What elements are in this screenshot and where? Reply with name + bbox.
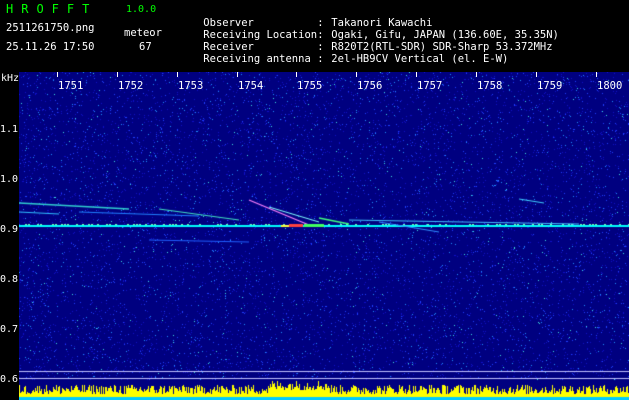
x-tick-mark xyxy=(536,72,537,77)
x-tick-label: 1752 xyxy=(118,80,144,92)
app-logo: HROFFT xyxy=(6,2,98,16)
x-tick-label: 1758 xyxy=(477,80,503,92)
x-tick-mark xyxy=(356,72,357,77)
x-tick-label: 1800 xyxy=(597,80,623,92)
x-tick-label: 1759 xyxy=(537,80,563,92)
header-panel: HROFFT 1.0.0 2511261750.png meteor 25.11… xyxy=(0,0,629,72)
x-tick-mark xyxy=(596,72,597,77)
datetime-label: 25.11.26 17:50 xyxy=(6,41,95,53)
x-tick-label: 1755 xyxy=(297,80,323,92)
x-tick-mark xyxy=(177,72,178,77)
meteor-count: 67 xyxy=(139,41,152,53)
y-tick-label: 0.8 xyxy=(0,274,19,285)
x-tick-mark xyxy=(416,72,417,77)
x-tick-mark xyxy=(117,72,118,77)
x-tick-mark xyxy=(57,72,58,77)
x-tick-label: 1753 xyxy=(178,80,204,92)
x-tick-label: 1751 xyxy=(58,80,84,92)
x-tick-label: 1754 xyxy=(238,80,264,92)
x-tick-label: 1757 xyxy=(417,80,443,92)
x-tick-mark xyxy=(296,72,297,77)
x-tick-label: 1756 xyxy=(357,80,383,92)
app-version: 1.0.0 xyxy=(126,4,157,15)
x-tick-mark xyxy=(476,72,477,77)
y-tick-label: 1.0 xyxy=(0,174,19,185)
meteor-label: meteor xyxy=(124,27,162,39)
spectrogram-canvas xyxy=(19,72,629,400)
y-tick-label: 0.7 xyxy=(0,324,19,335)
filename-label: 2511261750.png xyxy=(6,22,95,34)
y-tick-label: 0.9 xyxy=(0,224,19,235)
x-tick-mark xyxy=(237,72,238,77)
y-tick-label: 1.1 xyxy=(0,124,19,135)
y-tick-label: 0.6 xyxy=(0,374,19,385)
y-axis-unit: kHz xyxy=(1,73,20,84)
